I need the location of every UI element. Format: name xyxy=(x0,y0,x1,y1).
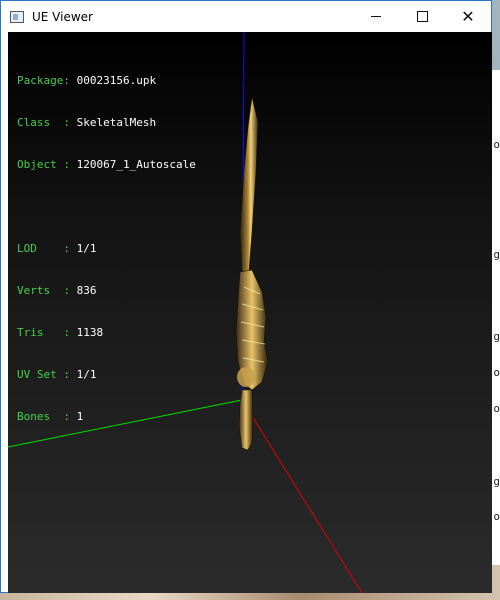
pommel-mesh xyxy=(237,367,255,387)
background-char: o xyxy=(493,402,500,415)
title-bar[interactable]: UE Viewer ✕ xyxy=(1,1,491,32)
info-line-class: Class : SkeletalMesh xyxy=(17,116,157,129)
app-icon xyxy=(10,10,24,23)
close-button[interactable]: ✕ xyxy=(445,1,491,32)
background-char: o xyxy=(493,510,500,523)
background-char: g xyxy=(493,475,500,488)
info-line-verts: Verts : 836 xyxy=(17,284,97,297)
close-icon: ✕ xyxy=(461,6,475,26)
info-line-lod: LOD : 1/1 xyxy=(17,242,97,255)
background-char: o xyxy=(493,366,500,379)
mesh-info-overlay: Package: 00023156.upk Class : SkeletalMe… xyxy=(17,46,196,452)
info-line-object: Object : 120067_1_Autoscale xyxy=(17,158,196,171)
3d-viewport[interactable]: Package: 00023156.upk Class : SkeletalMe… xyxy=(8,32,492,593)
background-char: g xyxy=(493,248,500,261)
background-char: g xyxy=(493,330,500,343)
info-line-tris: Tris : 1138 xyxy=(17,326,104,339)
window-title: UE Viewer xyxy=(32,9,93,24)
background-terminal-text-right: o g g o o g o xyxy=(492,70,500,560)
background-char: o xyxy=(493,138,500,151)
minimize-button[interactable] xyxy=(353,1,399,32)
minimize-icon xyxy=(371,16,381,17)
maximize-icon xyxy=(416,11,428,22)
x-axis-line xyxy=(241,399,363,593)
ue-viewer-window: UE Viewer ✕ Package: 00023156.upk Class … xyxy=(0,0,492,593)
maximize-button[interactable] xyxy=(399,1,445,32)
info-line-uv-set: UV Set : 1/1 xyxy=(17,368,97,381)
handle-mesh xyxy=(238,389,254,451)
info-line-bones: Bones : 1 xyxy=(17,410,84,423)
info-line-package: Package: 00023156.upk xyxy=(17,74,157,87)
